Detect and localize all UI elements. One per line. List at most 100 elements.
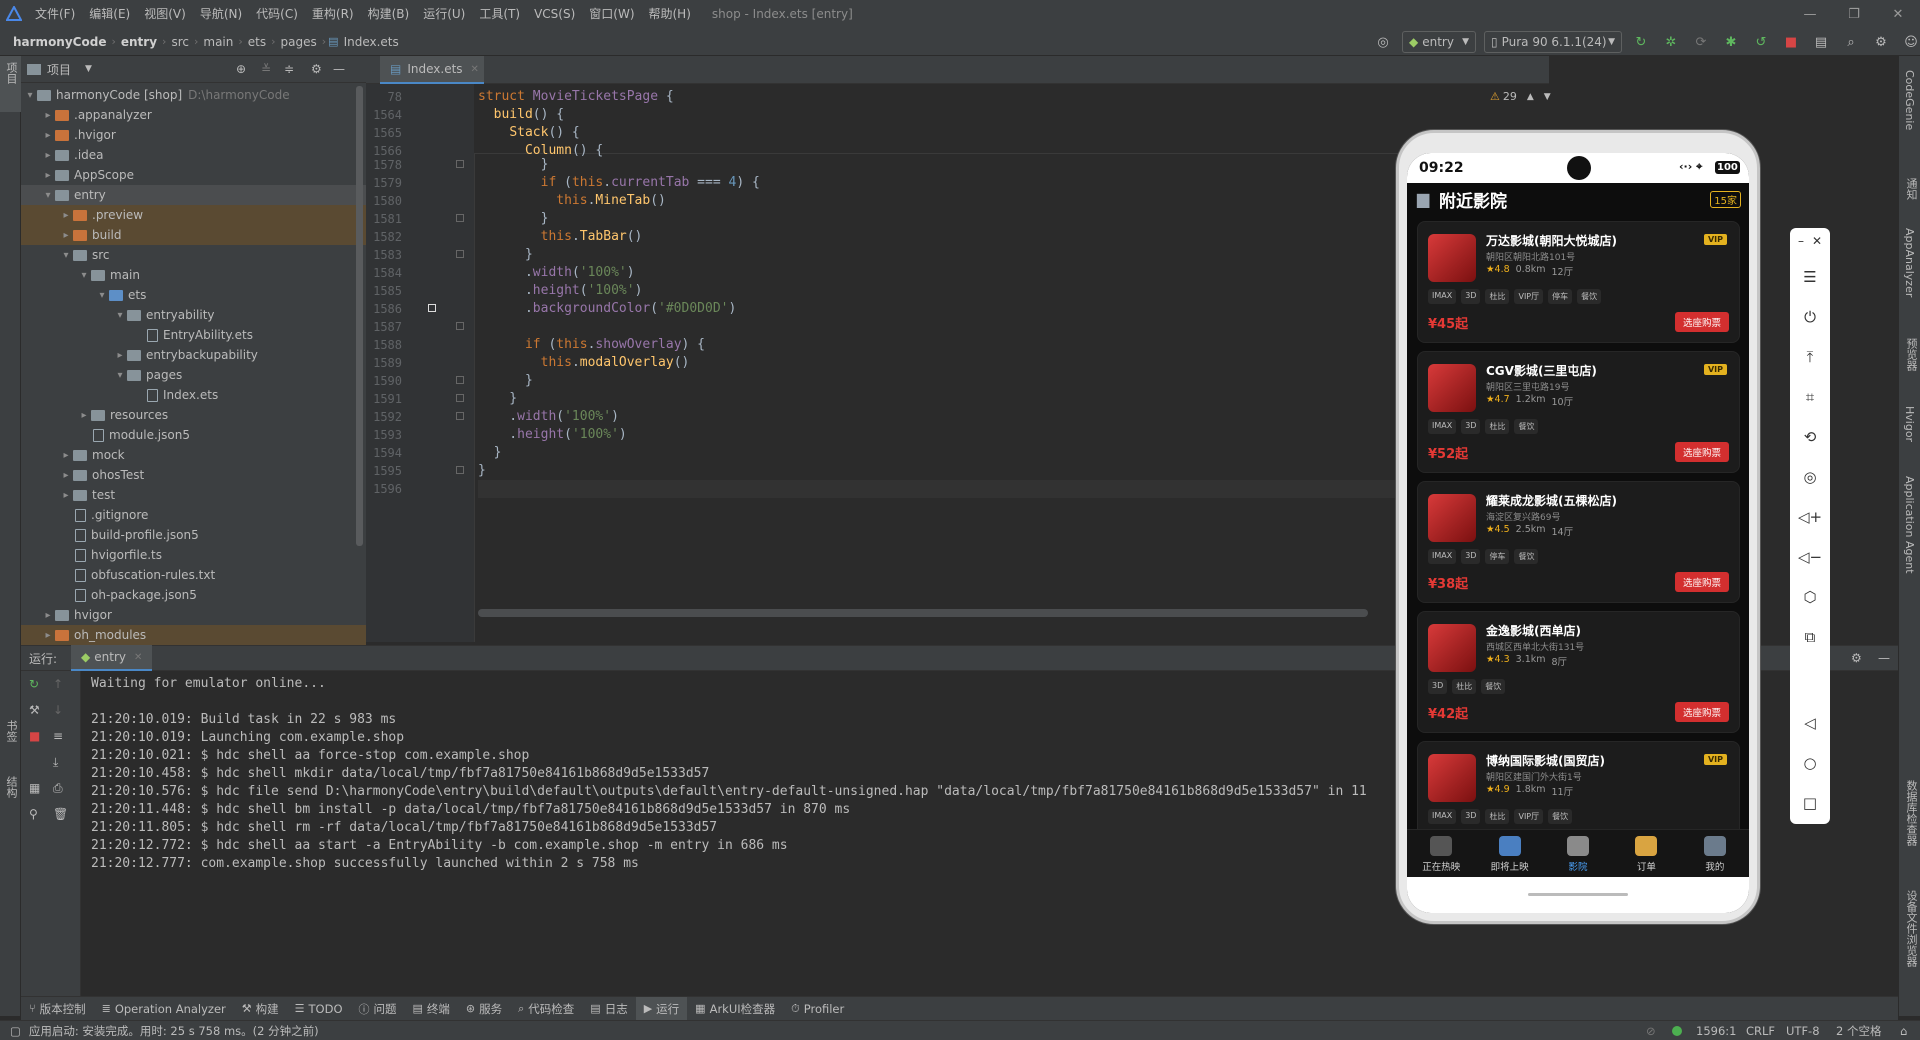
menu-item[interactable]: 运行(U) [416,0,472,28]
chevron-down-icon[interactable]: ▾ [59,250,73,261]
tree-item[interactable]: ▾ entryability [21,305,366,325]
chevron-down-icon[interactable]: ▾ [113,370,127,381]
tree-item[interactable]: ▸ oh_modules [21,625,366,645]
menu-item[interactable]: 文件(F) [28,0,82,28]
scroll-down-icon[interactable]: ↓ [53,703,63,717]
codegenie-tool-label[interactable]: CodeGenie [1903,70,1916,130]
file-encoding[interactable]: UTF-8 [1786,1024,1820,1038]
target-icon[interactable]: ◎ [1372,31,1394,53]
tree-item[interactable]: ▾ pages [21,365,366,385]
bookmarks-tool-label[interactable]: 书签 [3,720,19,742]
chevron-down-icon[interactable]: ▼ [85,64,92,74]
cinema-card[interactable]: CGV影城(三里屯店) 朝阳区三里屯路19号 ★ 4.7 1.2km 10厅 VIP IMA… [1417,351,1740,473]
breadcrumb-item[interactable]: main [200,35,236,49]
tool-window-6[interactable]: ⊛ 服务 [458,997,510,1021]
lock-icon[interactable]: ⌂ [1900,1024,1907,1038]
tool-window-7[interactable]: ⌕ 代码检查 [510,997,582,1021]
project-tool-button[interactable]: 项目 [0,56,21,112]
rotate-icon[interactable]: ⟲ [1790,422,1830,452]
horizontal-scrollbar[interactable] [478,609,1368,617]
menu-item[interactable]: 工具(T) [472,0,527,28]
scroll-to-end-icon[interactable]: ⤓ [53,755,58,770]
buy-ticket-button[interactable]: 选座购票 [1674,702,1729,722]
tree-item[interactable]: ▸ .hvigor [21,125,366,145]
chevron-down-icon[interactable]: ▾ [95,290,109,301]
next-issue-icon[interactable]: ▼ [1544,92,1551,102]
close-tab-icon[interactable]: ✕ [134,652,142,663]
tree-item[interactable]: ▾ src [21,245,366,265]
fold-icon[interactable]: ⬡ [1790,582,1830,612]
phone-tab-0[interactable]: 正在热映 [1407,830,1475,877]
fold-marker-icon[interactable] [456,322,464,330]
status-message[interactable]: 应用启动: 安装完成。用时: 25 s 758 ms。(2 分钟之前) [29,1023,319,1039]
hide-panel-icon[interactable]: — [1878,651,1890,665]
fold-marker-icon[interactable] [456,394,464,402]
menu-item[interactable]: 编辑(E) [82,0,137,28]
device-file-browser-tool-label[interactable]: 设备文件浏览器 [1903,890,1919,967]
tool-window-8[interactable]: ▤ 日志 [582,997,635,1021]
upload-icon[interactable]: ⤒ [1790,342,1830,372]
phone-tab-2[interactable]: 影院 [1544,830,1612,877]
chevron-right-icon[interactable]: ▸ [59,230,73,241]
menu-item[interactable]: 导航(N) [193,0,249,28]
fold-marker-icon[interactable] [456,376,464,384]
tree-item[interactable]: ▸ hvigor [21,605,366,625]
chevron-right-icon[interactable]: ▸ [77,410,91,421]
tree-item[interactable]: build-profile.json5 [21,525,366,545]
collapse-all-icon[interactable]: ≑ [284,62,294,76]
previewer-tool-label[interactable]: 预览器 [1903,338,1919,371]
power-icon[interactable]: ⏻ [1790,302,1830,332]
tool-window-1[interactable]: ≣ Operation Analyzer [94,997,234,1021]
menu-item[interactable]: 代码(C) [249,0,305,28]
run-config-select[interactable]: ◆ entry ▼ [1402,31,1476,53]
breadcrumb-item[interactable]: ets [245,35,269,49]
appanalyzer-tool-label[interactable]: AppAnalyzer [1903,228,1916,297]
tree-item[interactable]: ▸ entrybackupability [21,345,366,365]
pin-icon[interactable]: ⚲ [29,807,38,821]
chevron-right-icon[interactable]: ▸ [41,610,55,621]
chevron-down-icon[interactable]: ▾ [77,270,91,281]
run-tab-entry[interactable]: ◆ entry ✕ [71,645,153,671]
device-manager-icon[interactable]: ▤ [1810,31,1832,53]
status-panel-icon[interactable]: ▢ [10,1024,21,1038]
buy-ticket-button[interactable]: 选座购票 [1674,572,1729,592]
recents-icon[interactable]: □ [1790,788,1830,818]
application-agent-tool-label[interactable]: Application Agent [1903,476,1916,574]
tool-window-2[interactable]: ⚒ 构建 [234,997,287,1021]
notifications-tool-label[interactable]: 通知 [1903,178,1919,200]
fold-marker-icon[interactable] [456,466,464,474]
menu-item[interactable]: VCS(S) [527,0,582,28]
phone-tab-1[interactable]: 即将上映 [1475,830,1543,877]
chevron-right-icon[interactable]: ▸ [59,450,73,461]
settings-gear-icon[interactable]: ⚙ [311,62,322,76]
color-swatch-icon[interactable] [428,304,436,312]
tree-root[interactable]: ▾ harmonyCode [shop] D:\harmonyCode [21,85,366,105]
minimize-button[interactable]: — [1788,0,1832,28]
fold-marker-icon[interactable] [456,214,464,222]
caret-position[interactable]: 1596:1 [1696,1024,1736,1038]
tree-item[interactable]: ▾ main [21,265,366,285]
search-icon[interactable]: ⌕ [1840,31,1862,53]
inspection-widget[interactable]: ⚠ 29 ▲ ▼ [1490,90,1551,103]
volume-down-icon[interactable]: ◁− [1790,542,1830,572]
tree-item[interactable]: .gitignore [21,505,366,525]
settings-gear-icon[interactable]: ⚙ [1851,651,1862,665]
tree-item[interactable]: ▸ .preview [21,205,366,225]
breadcrumb-item[interactable]: entry [118,35,160,49]
tree-item[interactable]: hvigorfile.ts [21,545,366,565]
scroll-up-icon[interactable]: ↑ [53,677,63,691]
menu-icon[interactable]: ☰ [1790,262,1830,292]
buy-ticket-button[interactable]: 选座购票 [1674,442,1729,462]
fold-marker-icon[interactable] [456,250,464,258]
hvigor-tool-label[interactable]: Hvigor [1903,406,1916,442]
tree-item[interactable]: Index.ets [21,385,366,405]
menu-item[interactable]: 构建(B) [361,0,417,28]
breadcrumb-item[interactable]: harmonyCode [10,35,109,49]
chevron-right-icon[interactable]: ▸ [59,490,73,501]
apply-changes-icon[interactable]: ↺ [1750,31,1772,53]
soft-wrap-icon[interactable]: ≡ [53,729,63,743]
tree-item[interactable]: ▾ entry [21,185,366,205]
cinema-card[interactable]: 耀莱成龙影城(五棵松店) 海淀区复兴路69号 ★ 4.5 2.5km 14厅 IMAX 3D… [1417,481,1740,603]
tree-item[interactable]: EntryAbility.ets [21,325,366,345]
hide-panel-icon[interactable]: — [333,62,345,76]
